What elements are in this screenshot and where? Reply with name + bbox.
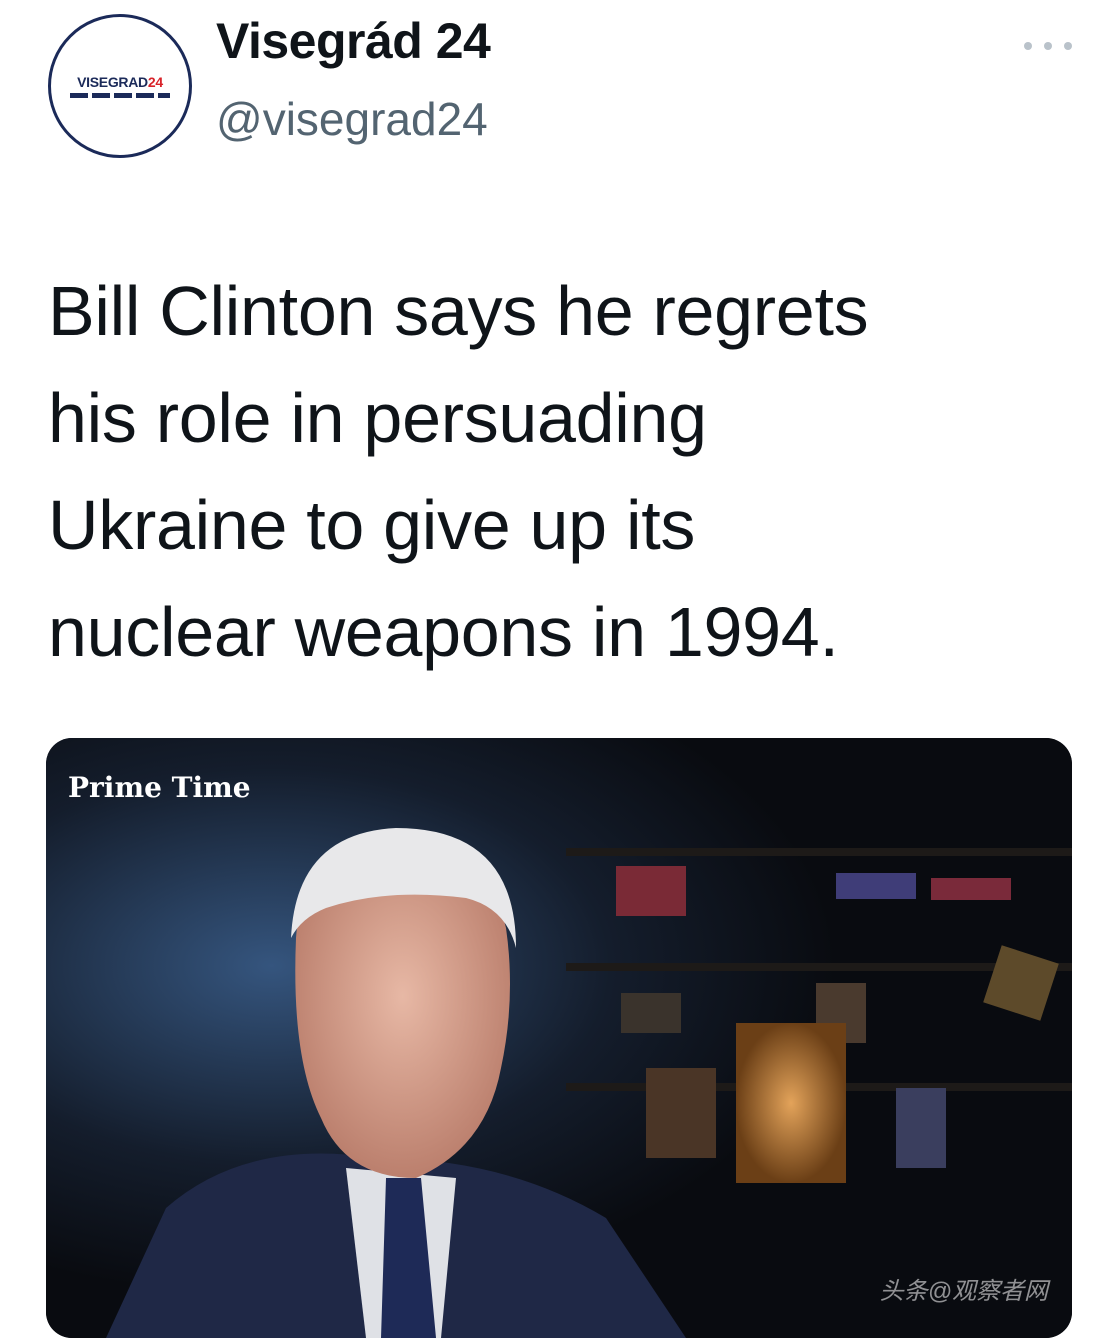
tweet-card: VISEGRAD24 Visegrád 24 @visegrad24 Bill … (0, 0, 1116, 1338)
tweet-text-line: nuclear weapons in 1994. (48, 593, 839, 671)
more-options-icon[interactable] (1024, 36, 1072, 56)
more-dot (1044, 42, 1052, 50)
video-overlay-label: Prime Time (68, 771, 251, 804)
more-dot (1064, 42, 1072, 50)
video-frame (46, 738, 1072, 1338)
user-handle[interactable]: @visegrad24 (216, 92, 488, 147)
avatar-logo-strip (70, 92, 170, 98)
tweet-text: Bill Clinton says he regrets his role in… (48, 258, 1048, 686)
tweet-text-line: his role in persuading (48, 379, 707, 457)
watermark: 头条@观察者网 (879, 1278, 1048, 1305)
more-dot (1024, 42, 1032, 50)
avatar[interactable]: VISEGRAD24 (48, 14, 192, 158)
tweet-text-line: Ukraine to give up its (48, 486, 696, 564)
display-name[interactable]: Visegrád 24 (216, 14, 491, 69)
avatar-logo: VISEGRAD24 (77, 73, 163, 90)
tweet-text-line: Bill Clinton says he regrets (48, 272, 869, 350)
tweet-media-video[interactable]: Prime Time 头条@观察者网 (46, 738, 1072, 1338)
